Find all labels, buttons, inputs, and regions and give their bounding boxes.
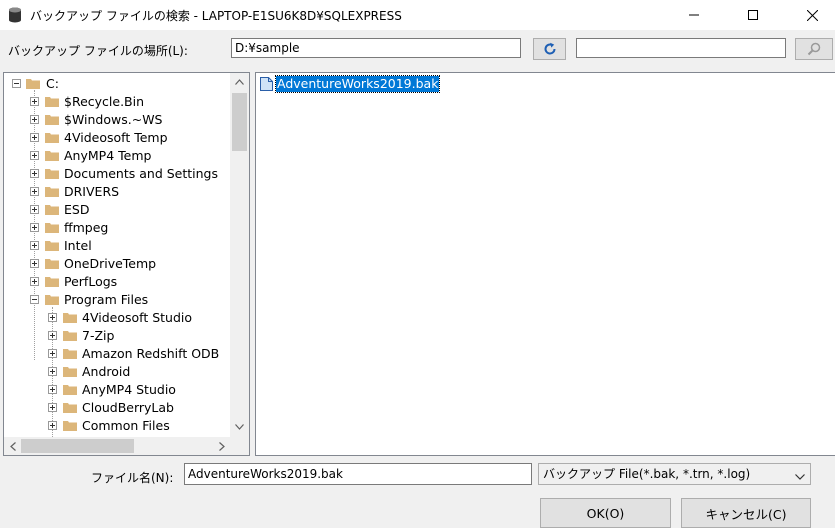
file-icon (260, 77, 273, 91)
cancel-button[interactable]: キャンセル(C) (681, 498, 811, 528)
tree-node-label: DRIVERS (64, 184, 120, 199)
filename-label: ファイル名(N): (91, 471, 174, 485)
folder-icon (45, 222, 59, 233)
ok-button[interactable]: OK(O) (540, 498, 671, 528)
close-icon (806, 9, 818, 21)
expand-icon[interactable] (48, 421, 57, 430)
expand-icon[interactable] (30, 97, 39, 106)
collapse-icon[interactable] (12, 79, 21, 88)
expand-icon[interactable] (48, 367, 57, 376)
folder-icon (45, 240, 59, 251)
tree-node-label: Intel (64, 238, 92, 253)
folder-icon (63, 384, 77, 395)
folder-icon (45, 186, 59, 197)
close-button[interactable] (789, 0, 835, 30)
file-name: AdventureWorks2019.bak (274, 75, 441, 93)
tree-node-label: Program Files (64, 292, 149, 307)
folder-icon (63, 348, 77, 359)
refresh-icon (544, 42, 556, 55)
location-path-input[interactable]: D:¥sample (231, 38, 521, 58)
tree-vertical-scrollbar[interactable] (230, 73, 249, 437)
expand-icon[interactable] (30, 223, 39, 232)
tree-node-label: 7-Zip (82, 328, 115, 343)
location-label: バックアップ ファイルの場所(L): (8, 44, 188, 58)
folder-icon (45, 276, 59, 287)
filetype-select[interactable]: バックアップ File(*.bak, *.trn, *.log) (538, 463, 811, 485)
tree-node-label: Documents and Settings (64, 166, 219, 181)
scrollbar-thumb[interactable] (21, 439, 134, 453)
tree-node-label: ESD (64, 202, 90, 217)
folder-icon (45, 96, 59, 107)
chevron-down-icon (795, 468, 805, 484)
folder-icon (45, 132, 59, 143)
expand-icon[interactable] (48, 331, 57, 340)
folder-icon (63, 402, 77, 413)
collapse-icon[interactable] (30, 295, 39, 304)
tree-node-label: $Windows.~WS (64, 112, 163, 127)
maximize-button[interactable] (730, 0, 776, 30)
folder-icon (63, 420, 77, 431)
tree-node-label: Android (82, 364, 131, 379)
minimize-button[interactable] (671, 0, 717, 30)
title-bar: バックアップ ファイルの検索 - LAPTOP-E1SU6K8D¥SQLEXPR… (0, 0, 835, 30)
search-input[interactable] (576, 38, 786, 58)
file-list[interactable]: AdventureWorks2019.bak (255, 72, 835, 456)
folder-icon (63, 312, 77, 323)
tree-node-label: Common Files (82, 418, 170, 433)
tree-node-label: OneDriveTemp (64, 256, 157, 271)
filename-input[interactable]: AdventureWorks2019.bak (184, 463, 532, 485)
database-icon (7, 6, 23, 24)
expand-icon[interactable] (30, 169, 39, 178)
expand-icon[interactable] (30, 115, 39, 124)
minimize-icon (689, 14, 699, 16)
expand-icon[interactable] (30, 187, 39, 196)
tree-node-label: AnyMP4 Studio (82, 382, 176, 397)
tree-node-label: AnyMP4 Temp (64, 148, 152, 163)
folder-tree-rows: C: $Recycle.Bin $Windows.~WS 4Videosoft … (4, 73, 230, 437)
tree-node-label: 4Videosoft Temp (64, 130, 168, 145)
folder-icon (45, 204, 59, 215)
expand-icon[interactable] (30, 133, 39, 142)
scrollbar-thumb[interactable] (232, 93, 247, 151)
window-title: バックアップ ファイルの検索 - LAPTOP-E1SU6K8D¥SQLEXPR… (30, 9, 402, 23)
search-icon (807, 42, 821, 56)
chevron-up-icon[interactable] (230, 73, 249, 90)
folder-icon (63, 330, 77, 341)
filetype-value: バックアップ File(*.bak, *.trn, *.log) (543, 467, 751, 481)
expand-icon[interactable] (30, 151, 39, 160)
folder-icon (45, 150, 59, 161)
expand-icon[interactable] (48, 403, 57, 412)
expand-icon[interactable] (48, 349, 57, 358)
folder-icon (45, 114, 59, 125)
maximize-icon (748, 10, 758, 20)
tree-node-label: PerfLogs (64, 274, 118, 289)
expand-icon[interactable] (30, 205, 39, 214)
expand-icon[interactable] (30, 259, 39, 268)
search-button[interactable] (795, 38, 833, 60)
expand-icon[interactable] (48, 313, 57, 322)
folder-icon (26, 78, 40, 89)
tree-node-label: ffmpeg (64, 220, 109, 235)
folder-tree[interactable]: C: $Recycle.Bin $Windows.~WS 4Videosoft … (3, 72, 250, 456)
scrollbar-corner (230, 437, 249, 455)
tree-horizontal-scrollbar[interactable] (4, 437, 230, 455)
expand-icon[interactable] (30, 277, 39, 286)
folder-icon (63, 366, 77, 377)
expand-icon[interactable] (48, 385, 57, 394)
folder-icon (45, 168, 59, 179)
chevron-left-icon[interactable] (4, 437, 21, 455)
refresh-button[interactable] (533, 38, 566, 60)
tree-node-label: CloudBerryLab (82, 400, 174, 415)
tree-node-label: 4Videosoft Studio (82, 310, 193, 325)
expand-icon[interactable] (30, 241, 39, 250)
tree-node-label: C: (46, 76, 59, 91)
tree-node-label: $Recycle.Bin (64, 94, 145, 109)
folder-icon (45, 258, 59, 269)
tree-node-label: Amazon Redshift ODB (82, 346, 220, 361)
chevron-down-icon[interactable] (230, 418, 249, 435)
folder-icon (45, 294, 59, 305)
chevron-right-icon[interactable] (213, 437, 230, 455)
